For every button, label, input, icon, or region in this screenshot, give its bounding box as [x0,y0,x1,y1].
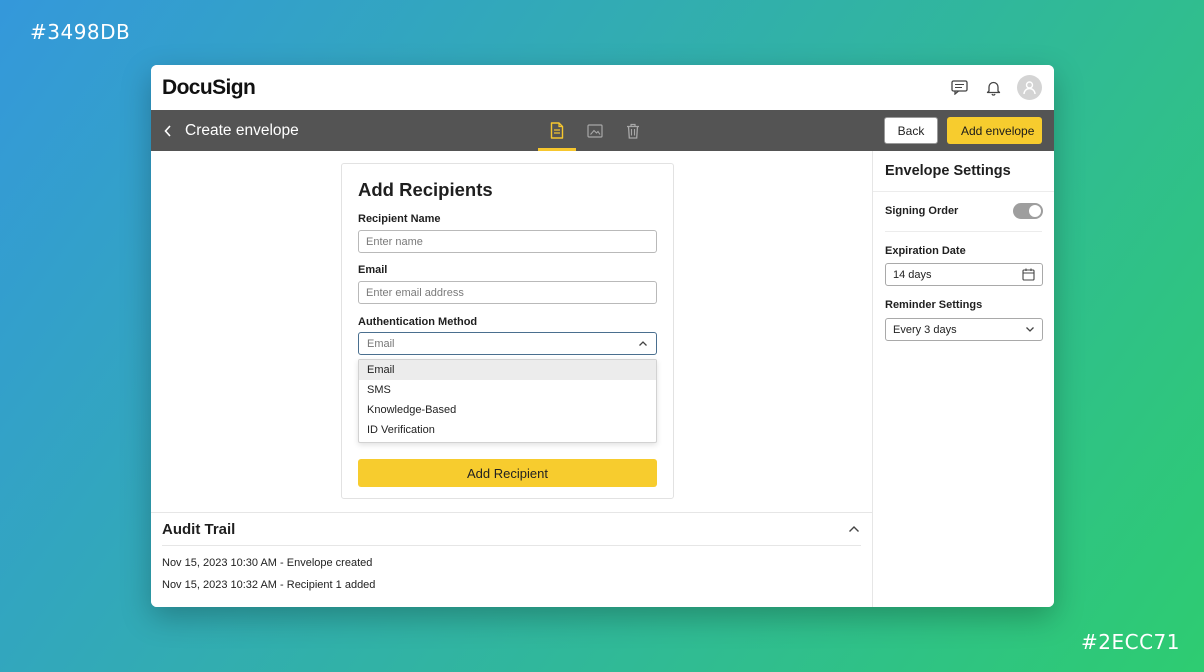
audit-entry: Nov 15, 2023 10:32 AM - Recipient 1 adde… [162,579,376,591]
audit-divider [162,545,861,546]
back-button[interactable]: Back [884,117,938,144]
add-envelope-button[interactable]: Add envelope [947,117,1042,144]
auth-method-label: Authentication Method [358,316,478,328]
dropdown-option-sms[interactable]: SMS [359,380,656,400]
signing-order-toggle[interactable] [1013,203,1043,219]
auth-method-select[interactable]: Email [358,332,657,355]
corner-color-label-bottom: #2ECC71 [1081,630,1180,654]
settings-title: Envelope Settings [885,163,1011,179]
calendar-icon [1022,268,1035,281]
message-icon[interactable] [949,78,969,98]
expiration-date-field[interactable]: 14 days [885,263,1043,286]
expiration-date-value: 14 days [893,268,932,281]
page-title: Create envelope [185,121,299,139]
top-bar: DocuSign [151,65,1054,110]
chevron-up-icon [849,526,859,532]
auth-method-value: Email [367,337,395,350]
add-recipient-button[interactable]: Add Recipient [358,459,657,487]
envelope-toolbar: Create envelope Back Add envelope [151,110,1054,151]
add-recipients-card: Add Recipients Recipient Name Email Auth… [341,163,674,499]
top-icons [949,75,1042,100]
user-avatar[interactable] [1017,75,1042,100]
docusign-logo: DocuSign [162,75,256,99]
settings-divider [873,191,1054,192]
card-title: Add Recipients [358,179,493,200]
audit-trail-header[interactable]: Audit Trail [151,513,872,545]
corner-color-label-top: #3498DB [30,20,131,44]
reminder-settings-select[interactable]: Every 3 days [885,318,1043,341]
expiration-date-label: Expiration Date [885,245,966,257]
signing-order-label: Signing Order [885,205,959,217]
document-tab[interactable] [538,110,576,151]
reminder-settings-label: Reminder Settings [885,299,983,311]
reminder-settings-value: Every 3 days [893,323,957,336]
settings-divider [885,231,1042,232]
chevron-left-icon[interactable] [163,124,177,138]
document-icon [550,122,564,139]
image-icon [587,123,603,138]
audit-trail-section: Audit Trail Nov 15, 2023 10:30 AM - Enve… [151,512,872,591]
trash-icon [627,123,639,139]
recipient-name-label: Recipient Name [358,213,441,225]
chevron-up-icon [639,341,647,346]
auth-method-dropdown: Email SMS Knowledge-Based ID Verificatio… [358,359,657,443]
audit-entry: Nov 15, 2023 10:30 AM - Envelope created [162,557,373,569]
email-label: Email [358,264,388,276]
bell-icon[interactable] [983,78,1003,98]
dropdown-option-id-verification[interactable]: ID Verification [359,420,656,440]
toolbar-tabs [538,110,652,151]
email-input[interactable] [358,281,657,304]
toggle-knob [1029,205,1041,217]
toolbar-actions: Back Add envelope [884,117,1042,144]
dropdown-option-knowledge-based[interactable]: Knowledge-Based [359,400,656,420]
envelope-settings-panel: Envelope Settings Signing Order Expirati… [872,151,1054,607]
app-window: DocuSign Create envelope Back Add envelo… [151,65,1054,607]
image-tab[interactable] [576,110,614,151]
recipient-name-input[interactable] [358,230,657,253]
dropdown-option-email[interactable]: Email [359,360,656,380]
chevron-down-icon [1026,327,1034,332]
trash-tab[interactable] [614,110,652,151]
main-content: Add Recipients Recipient Name Email Auth… [151,151,872,607]
audit-trail-title: Audit Trail [162,520,236,538]
